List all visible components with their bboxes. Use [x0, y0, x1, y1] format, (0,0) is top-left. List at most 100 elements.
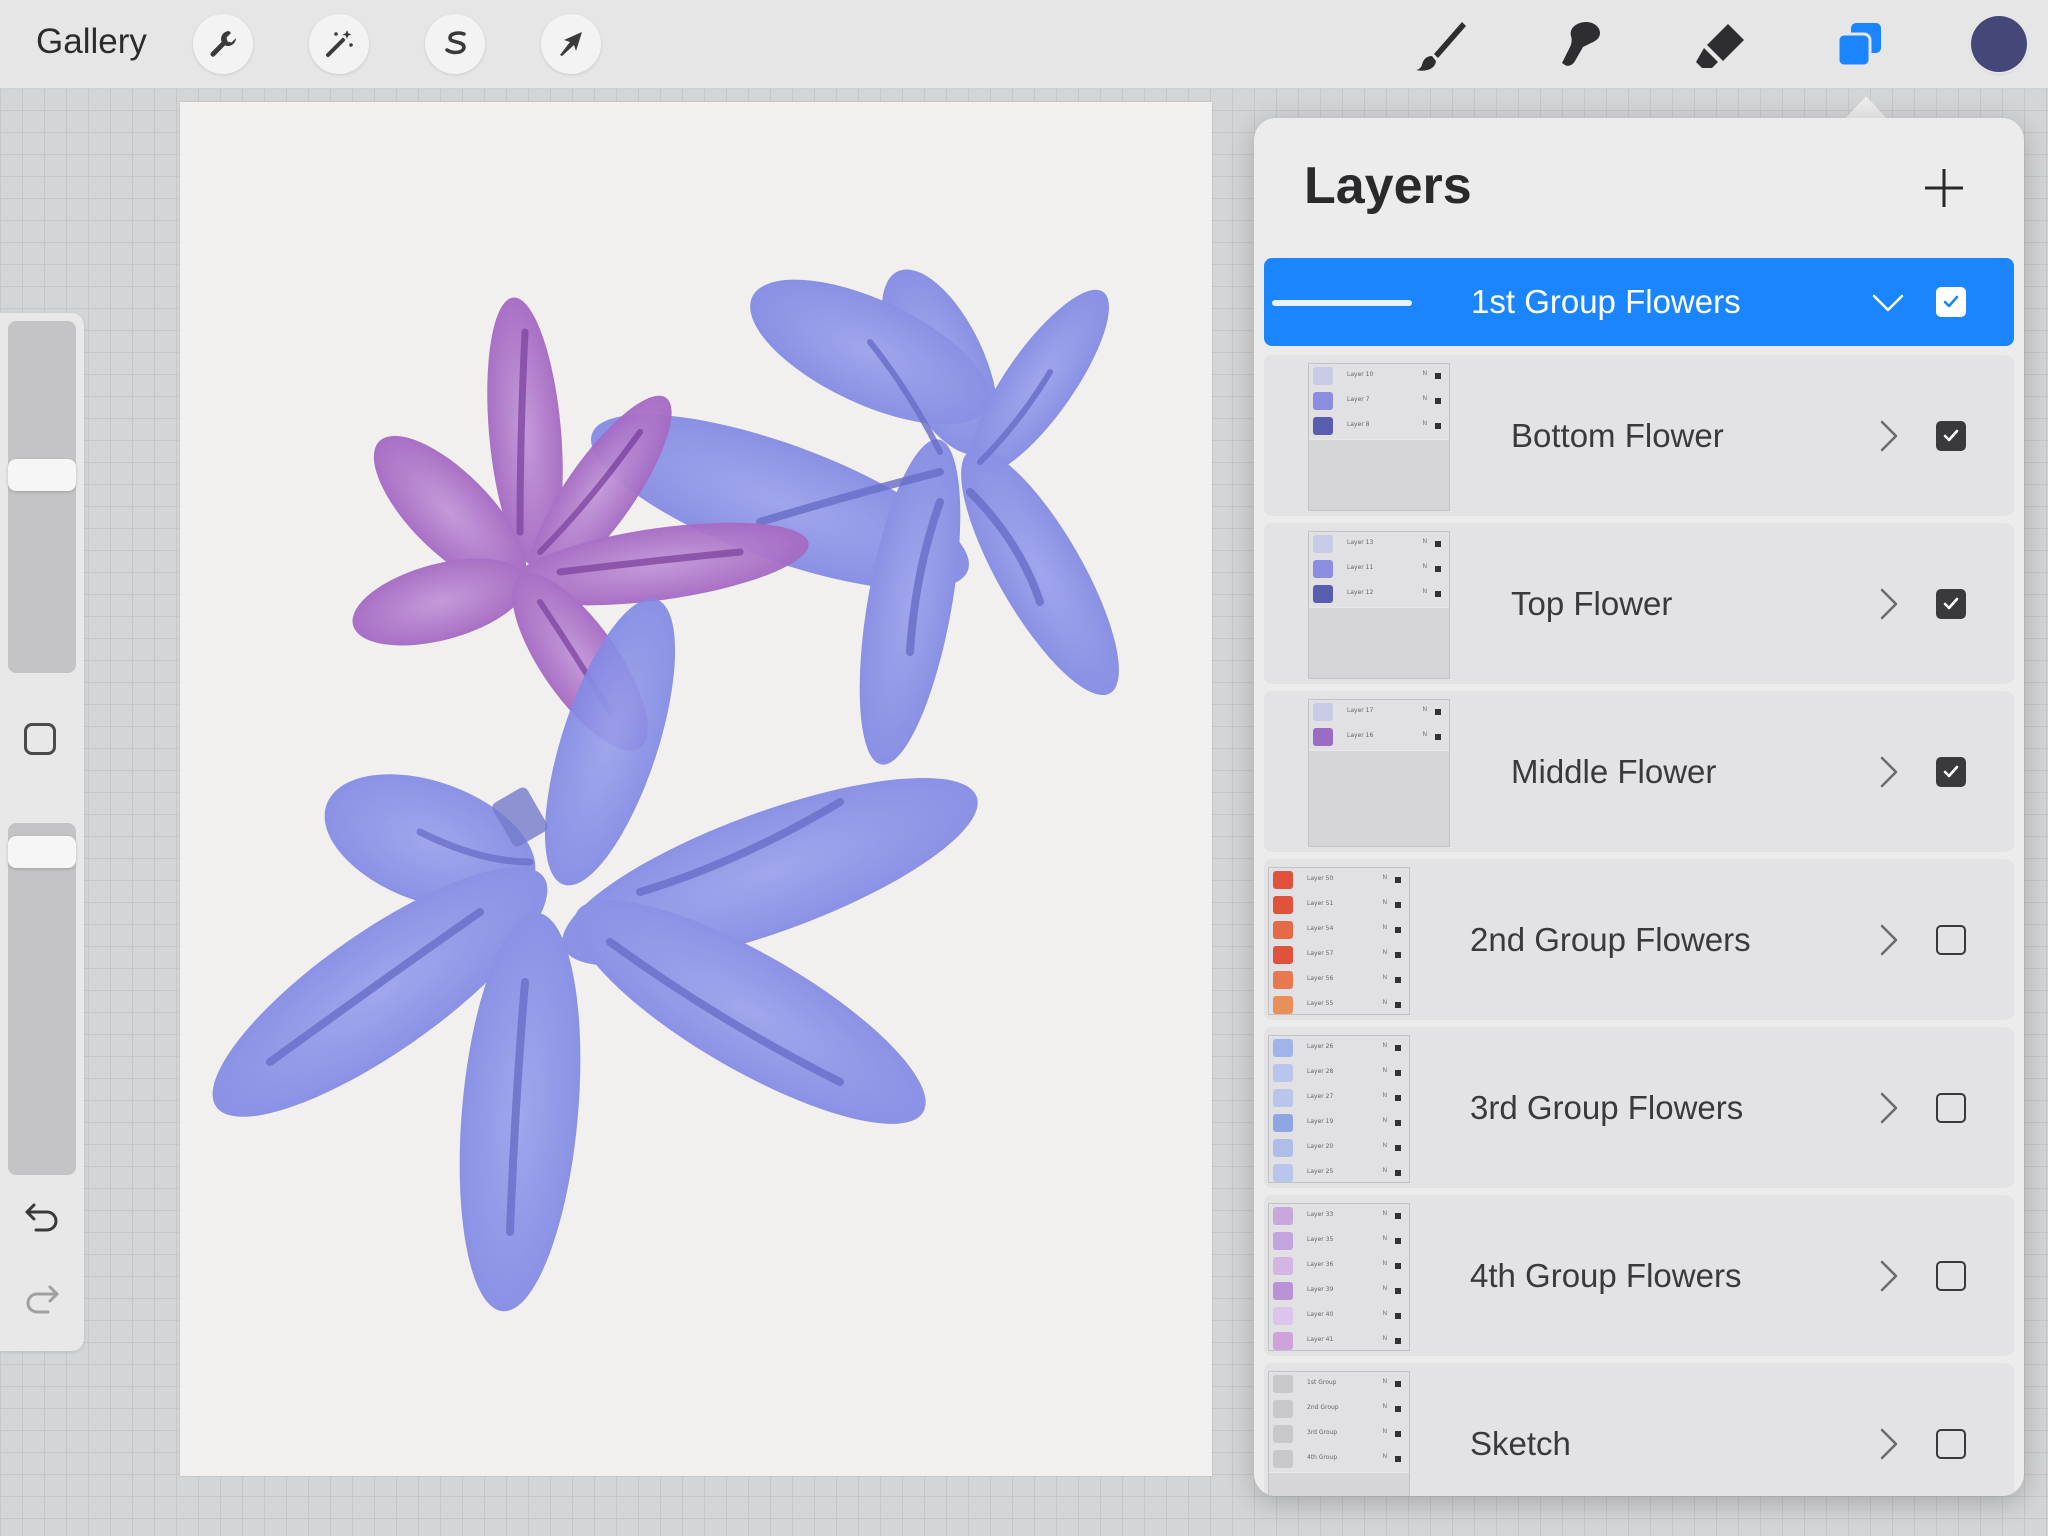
- chevron-right-icon[interactable]: [1874, 418, 1902, 454]
- thumbnail-layer-label: Layer 20: [1307, 1143, 1334, 1150]
- layer-group-row[interactable]: 1st Group Flowers: [1264, 258, 2014, 346]
- visibility-checkbox[interactable]: [1936, 756, 1966, 787]
- thumbnail-checkbox: [1395, 1313, 1401, 1319]
- thumbnail-checkbox: [1395, 1213, 1401, 1219]
- thumbnail-swatch: [1273, 1039, 1293, 1057]
- thumbnail-checkbox: [1395, 902, 1401, 908]
- thumbnail-checkbox: [1435, 734, 1441, 740]
- thumbnail-swatch: [1273, 1425, 1293, 1443]
- thumbnail-layer-row: Layer 26 N: [1269, 1036, 1409, 1062]
- smudge-tool[interactable]: [1548, 14, 1612, 78]
- layer-group-row[interactable]: Layer 33 N Layer 35 N Layer 36 N Layer 39 N Laye…: [1264, 1195, 2014, 1356]
- undo-button[interactable]: [20, 1193, 64, 1237]
- thumbnail-swatch: [1313, 703, 1333, 721]
- redo-button[interactable]: [20, 1275, 64, 1319]
- thumbnail-checkbox: [1395, 1431, 1401, 1437]
- opacity-slider[interactable]: [8, 823, 76, 1175]
- layer-group-row[interactable]: Layer 26 N Layer 28 N Layer 27 N Layer 19 N Laye…: [1264, 1027, 2014, 1188]
- thumbnail-blend-mode: N: [1382, 1454, 1387, 1460]
- thumbnail-checkbox: [1395, 1456, 1401, 1462]
- adjustments-button[interactable]: [309, 14, 369, 74]
- visibility-checkbox[interactable]: [1936, 1092, 1966, 1123]
- layer-group-row[interactable]: 1st Group N 2nd Group N 3rd Group N 4th Group N…: [1264, 1363, 2014, 1496]
- layers-tool[interactable]: [1828, 14, 1892, 78]
- thumbnail-checkbox: [1395, 1338, 1401, 1344]
- actions-button[interactable]: [193, 14, 253, 74]
- chevron-right-icon[interactable]: [1874, 922, 1902, 958]
- brush-size-slider[interactable]: [8, 321, 76, 673]
- thumbnail-swatch: [1273, 1450, 1293, 1468]
- layer-name: 4th Group Flowers: [1470, 1256, 1742, 1294]
- eraser-tool[interactable]: [1688, 14, 1752, 78]
- thumbnail-swatch: [1313, 560, 1333, 578]
- thumbnail-layer-row: Layer 33 N: [1269, 1204, 1409, 1230]
- thumbnail-blend-mode: N: [1382, 975, 1387, 981]
- transform-button[interactable]: [541, 14, 601, 74]
- visibility-checkbox[interactable]: [1936, 588, 1966, 619]
- thumbnail-swatch: [1273, 946, 1293, 964]
- thumbnail-blend-mode: N: [1382, 1336, 1387, 1342]
- modify-square-icon[interactable]: [24, 723, 56, 755]
- thumbnail-swatch: [1273, 1332, 1293, 1350]
- smudge-icon: [1562, 22, 1600, 66]
- thumbnail-layer-label: Layer 12: [1347, 589, 1374, 596]
- visibility-checkbox[interactable]: [1936, 924, 1966, 955]
- thumbnail-layer-row: Layer 56 N: [1269, 968, 1409, 994]
- add-layer-button[interactable]: [1922, 166, 1966, 210]
- sublayer-row[interactable]: Layer 10 N Layer 7 N Layer 8 N Bottom Flower: [1264, 355, 2014, 516]
- thumbnail-checkbox: [1435, 423, 1441, 429]
- layer-name: 3rd Group Flowers: [1470, 1088, 1744, 1126]
- drawing-canvas[interactable]: [180, 102, 1212, 1476]
- thumbnail-blend-mode: N: [1382, 1118, 1387, 1124]
- brush-tool[interactable]: [1408, 14, 1472, 78]
- thumbnail-layer-row: Layer 40 N: [1269, 1304, 1409, 1330]
- thumbnail-layer-label: Layer 26: [1307, 1043, 1334, 1050]
- chevron-down-icon[interactable]: [1870, 288, 1906, 316]
- thumbnail-blend-mode: N: [1382, 1068, 1387, 1074]
- thumbnail-layer-label: 3rd Group: [1307, 1429, 1338, 1436]
- thumbnail-layer-label: Layer 16: [1347, 732, 1374, 739]
- opacity-thumb[interactable]: [8, 835, 76, 868]
- thumbnail-blend-mode: N: [1382, 925, 1387, 931]
- thumbnail-layer-row: Layer 10 N: [1309, 364, 1449, 390]
- thumbnail-layer-row: Layer 50 N: [1269, 868, 1409, 894]
- gallery-button[interactable]: Gallery: [36, 22, 147, 62]
- chevron-right-icon[interactable]: [1874, 1426, 1902, 1462]
- layer-name: Top Flower: [1511, 584, 1673, 622]
- chevron-right-icon[interactable]: [1874, 754, 1902, 790]
- thumbnail-blend-mode: N: [1382, 1168, 1387, 1174]
- selection-button[interactable]: [425, 14, 485, 74]
- brush-size-thumb[interactable]: [8, 458, 76, 491]
- thumbnail-swatch: [1313, 728, 1333, 746]
- thumbnail-layer-label: Layer 35: [1307, 1236, 1334, 1243]
- visibility-checkbox[interactable]: [1936, 1428, 1966, 1459]
- thumbnail-checkbox: [1395, 1045, 1401, 1051]
- thumbnail-layer-row: Layer 25 N: [1269, 1161, 1409, 1182]
- thumbnail-checkbox: [1435, 541, 1441, 547]
- chevron-right-icon[interactable]: [1874, 1258, 1902, 1294]
- layer-group-row[interactable]: Layer 50 N Layer 51 N Layer 54 N Layer 57 N Laye…: [1264, 859, 2014, 1020]
- color-picker-button[interactable]: [1971, 16, 2027, 72]
- eraser-icon: [1696, 24, 1744, 68]
- thumbnail-blend-mode: N: [1422, 371, 1427, 377]
- thumbnail-layer-row: 2nd Group N: [1269, 1397, 1409, 1423]
- thumbnail-layer-label: Layer 13: [1347, 539, 1374, 546]
- visibility-checkbox[interactable]: [1936, 1260, 1966, 1291]
- sublayer-row[interactable]: Layer 17 N Layer 16 N Middle Flower: [1264, 691, 2014, 852]
- visibility-checkbox[interactable]: [1936, 287, 1966, 317]
- sublayer-row[interactable]: Layer 13 N Layer 11 N Layer 12 N Top Flower: [1264, 523, 2014, 684]
- visibility-checkbox[interactable]: [1936, 420, 1966, 451]
- thumbnail-blend-mode: N: [1382, 1379, 1387, 1385]
- thumbnail-layer-row: Layer 17 N: [1309, 700, 1449, 726]
- thumbnail-blend-mode: N: [1382, 1286, 1387, 1292]
- chevron-right-icon[interactable]: [1874, 1090, 1902, 1126]
- thumbnail-checkbox: [1395, 1070, 1401, 1076]
- thumbnail-swatch: [1273, 1282, 1293, 1300]
- thumbnail-checkbox: [1435, 709, 1441, 715]
- thumbnail-layer-row: Layer 11 N: [1309, 557, 1449, 583]
- thumbnail-layer-label: Layer 33: [1307, 1211, 1334, 1218]
- chevron-right-icon[interactable]: [1874, 586, 1902, 622]
- thumbnail-swatch: [1273, 896, 1293, 914]
- thumbnail-swatch: [1313, 367, 1333, 385]
- thumbnail-layer-row: 1st Group N: [1269, 1372, 1409, 1398]
